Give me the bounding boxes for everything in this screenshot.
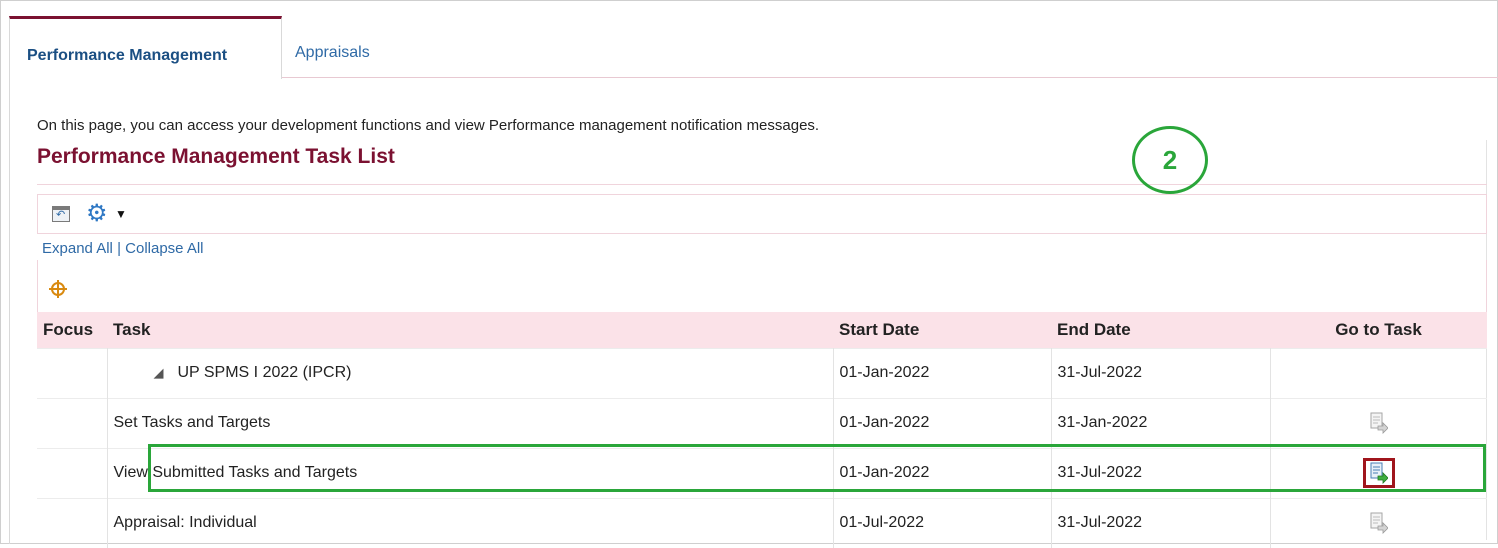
- table-toolbar: ⚙ ▼: [37, 194, 1487, 234]
- go-to-task-cell: [1270, 497, 1487, 548]
- go-to-task-cell: [1270, 447, 1487, 498]
- go-to-task-icon: [1370, 462, 1388, 484]
- table-row: Set Tasks and Targets 01-Jan-2022 31-Jan…: [37, 397, 1487, 448]
- end-date-cell: 31-Jul-2022: [1051, 347, 1271, 398]
- task-name: Set Tasks and Targets: [113, 414, 271, 431]
- intro-text: On this page, you can access your develo…: [37, 117, 820, 134]
- end-date-cell: 31-Jul-2022: [1051, 497, 1271, 548]
- collapse-triangle-icon[interactable]: ◢: [154, 365, 164, 380]
- focus-cell: [37, 397, 108, 448]
- focus-crosshair-icon[interactable]: [49, 280, 67, 298]
- column-header-focus[interactable]: Focus: [37, 312, 107, 348]
- column-header-task[interactable]: Task: [107, 312, 833, 348]
- annotation-step-badge: 2: [1132, 126, 1208, 194]
- task-cell: Set Tasks and Targets: [107, 397, 834, 448]
- page-title: Performance Management Task List: [37, 145, 395, 168]
- start-date-cell: 01-Jan-2022: [833, 397, 1052, 448]
- link-separator: |: [117, 240, 121, 257]
- table-header-row: Focus Task Start Date End Date Go to Tas…: [37, 312, 1487, 348]
- tab-bar: Performance Management Appraisals: [9, 16, 1498, 79]
- collapse-all-link[interactable]: Collapse All: [125, 240, 203, 257]
- task-cell: View Submitted Tasks and Targets: [107, 447, 834, 498]
- expand-collapse-links: Expand All | Collapse All: [42, 240, 204, 257]
- caret-down-icon[interactable]: ▼: [115, 207, 127, 221]
- table-row: View Submitted Tasks and Targets 01-Jan-…: [37, 447, 1487, 498]
- task-table: Focus Task Start Date End Date Go to Tas…: [37, 312, 1487, 548]
- task-name: View Submitted Tasks and Targets: [113, 464, 358, 481]
- task-name: Appraisal: Individual: [113, 514, 257, 532]
- table-row: ◢ UP SPMS I 2022 (IPCR) 01-Jan-2022 31-Ju…: [37, 347, 1487, 398]
- go-to-task-button[interactable]: [1364, 509, 1394, 537]
- tab-appraisals[interactable]: Appraisals: [295, 16, 370, 78]
- task-cell: ◢ UP SPMS I 2022 (IPCR): [107, 347, 834, 398]
- go-to-task-cell: [1270, 347, 1487, 398]
- task-cell: Appraisal: Individual: [107, 497, 834, 548]
- focus-bar: [37, 260, 1487, 312]
- task-name: UP SPMS I 2022 (IPCR): [177, 364, 352, 381]
- tab-performance-management[interactable]: Performance Management: [9, 16, 282, 79]
- focus-cell: [37, 347, 108, 398]
- go-to-task-cell: [1270, 397, 1487, 448]
- go-to-task-button[interactable]: [1362, 458, 1395, 488]
- focus-cell: [37, 497, 108, 548]
- start-date-cell: 01-Jan-2022: [833, 347, 1052, 398]
- gear-icon[interactable]: ⚙: [86, 200, 108, 228]
- focus-cell: [37, 447, 108, 498]
- column-header-go-to-task[interactable]: Go to Task: [1270, 312, 1487, 348]
- title-divider: [37, 184, 1487, 185]
- go-to-task-icon: [1370, 512, 1388, 535]
- start-date-cell: 01-Jan-2022: [833, 447, 1052, 498]
- start-date-cell: 01-Jul-2022: [833, 497, 1052, 548]
- end-date-cell: 31-Jan-2022: [1051, 397, 1271, 448]
- detach-icon[interactable]: [52, 206, 70, 222]
- column-header-start-date[interactable]: Start Date: [833, 312, 1051, 348]
- go-to-task-button[interactable]: [1364, 409, 1394, 437]
- column-header-end-date[interactable]: End Date: [1051, 312, 1270, 348]
- expand-all-link[interactable]: Expand All: [42, 240, 113, 257]
- end-date-cell: 31-Jul-2022: [1051, 447, 1271, 498]
- go-to-task-icon: [1370, 412, 1388, 434]
- table-row: Appraisal: Individual 01-Jul-2022 31-Jul…: [37, 497, 1487, 548]
